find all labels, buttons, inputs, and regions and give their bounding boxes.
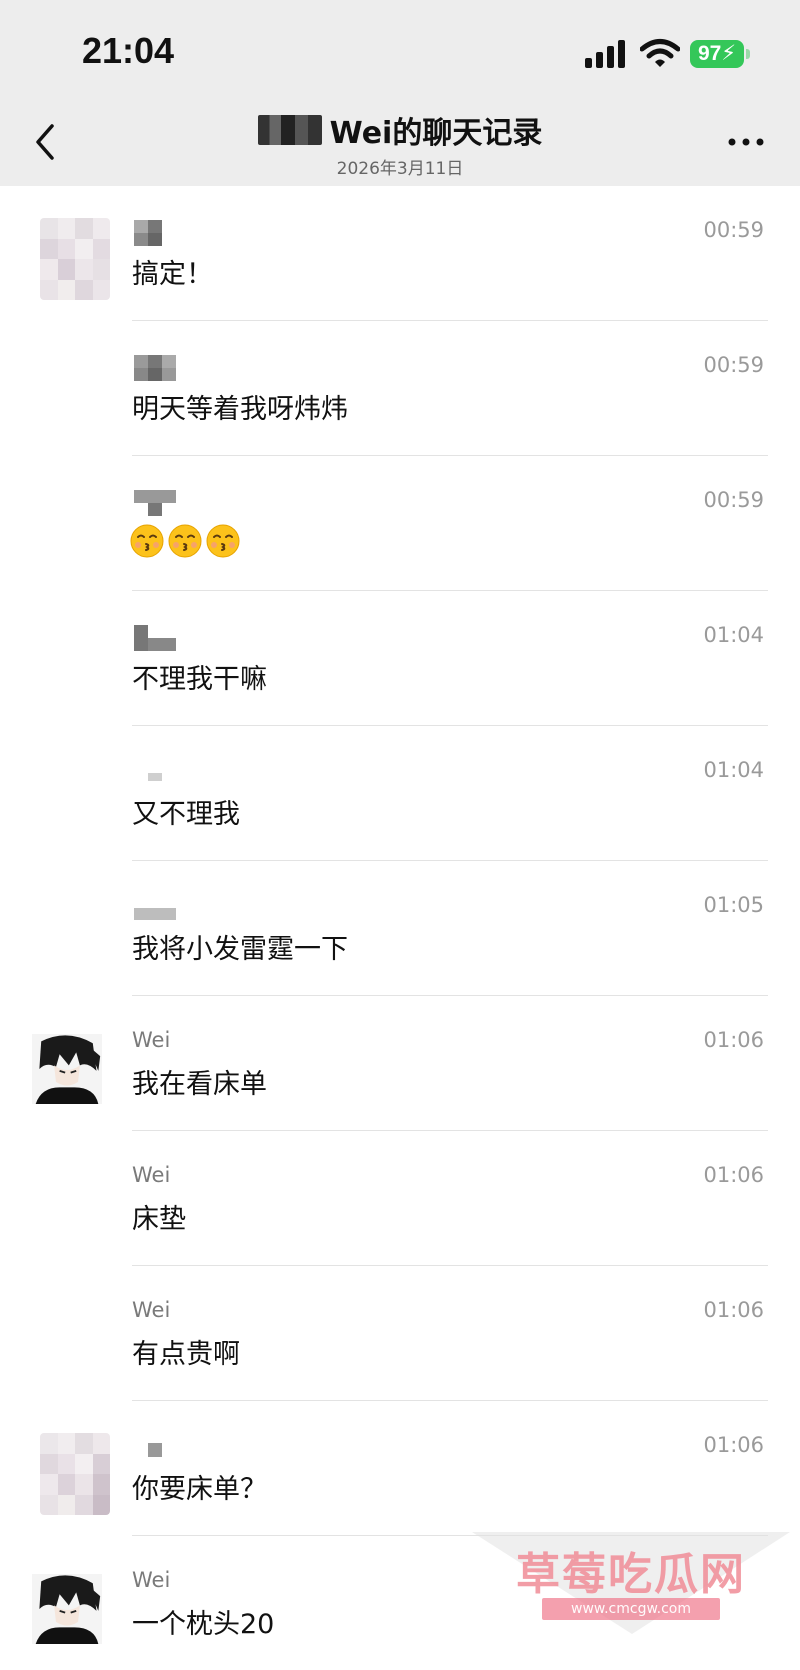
message-sender: Wei (132, 1298, 171, 1322)
message-text: 明天等着我呀炜炜 (132, 394, 348, 425)
message-time: 01:04 (703, 758, 764, 782)
message-time: 00:59 (703, 353, 764, 377)
list-item[interactable]: 00:59 明天等着我呀炜炜 (0, 321, 800, 456)
cellular-signal-icon (585, 40, 625, 68)
avatar-anime (32, 1574, 102, 1644)
wifi-icon (640, 39, 680, 67)
chat-history-screen: 21:04 97⚡ Wei的聊天记录 2026年3月11日 00:59 搞定！ … (0, 0, 800, 1670)
battery-cap (746, 49, 750, 59)
status-bar: 21:04 97⚡ (0, 0, 800, 100)
status-time: 21:04 (82, 30, 175, 71)
message-text: 我在看床单 (132, 1069, 267, 1100)
message-time: 00:59 (703, 218, 764, 242)
watermark-url: www.cmcgw.com (542, 1598, 720, 1620)
kissing-face-icon (168, 524, 202, 558)
redacted-sender-mosaic (134, 490, 176, 516)
redacted-name-mosaic (257, 115, 322, 145)
list-item[interactable]: 01:05 我将小发雷霆一下 (0, 861, 800, 996)
charging-bolt-icon: ⚡ (721, 42, 737, 65)
emoji-row (130, 524, 240, 558)
redacted-sender-mosaic (134, 908, 176, 920)
kissing-face-icon (206, 524, 240, 558)
redacted-sender-mosaic (148, 1443, 162, 1457)
list-item[interactable]: Wei 01:06 床垫 (0, 1131, 800, 1266)
message-time: 00:59 (703, 488, 764, 512)
title-area: Wei的聊天记录 2026年3月11日 (0, 108, 800, 179)
message-time: 01:06 (703, 1163, 764, 1187)
kissing-face-icon (130, 524, 164, 558)
list-item[interactable]: 01:06 你要床单？ (0, 1401, 800, 1536)
message-time: 01:06 (703, 1433, 764, 1457)
message-time: 01:06 (703, 1028, 764, 1052)
message-text: 不理我干嘛 (132, 664, 267, 695)
message-time: 01:05 (703, 893, 764, 917)
message-text: 搞定！ (132, 259, 213, 290)
message-time: 01:06 (703, 1298, 764, 1322)
list-item[interactable]: 00:59 搞定！ (0, 186, 800, 321)
list-item[interactable]: 01:04 又不理我 (0, 726, 800, 861)
list-item[interactable]: Wei 01:06 有点贵啊 (0, 1266, 800, 1401)
message-sender: Wei (132, 1568, 171, 1592)
redacted-sender-mosaic (134, 220, 162, 246)
nav-bar: Wei的聊天记录 2026年3月11日 (0, 100, 800, 186)
watermark: 草莓吃瓜网 www.cmcgw.com (472, 1530, 790, 1642)
message-sender: Wei (132, 1028, 171, 1052)
message-text: 床垫 (132, 1204, 186, 1235)
battery-charging-icon: 97⚡ (690, 40, 744, 68)
list-item[interactable]: 00:59 (0, 456, 800, 591)
message-text: 一个枕头20 (132, 1609, 275, 1640)
avatar-mosaic (40, 1433, 110, 1515)
redacted-sender-mosaic (134, 355, 176, 381)
message-text: 你要床单？ (132, 1474, 267, 1505)
message-list[interactable]: 00:59 搞定！ 00:59 明天等着我呀炜炜 00:59 01:04 不理我… (0, 186, 800, 1670)
message-text: 我将小发雷霆一下 (132, 934, 348, 965)
page-date: 2026年3月11日 (336, 159, 464, 179)
message-time: 01:04 (703, 623, 764, 647)
avatar-mosaic (40, 218, 110, 300)
battery-level: 97 (697, 42, 722, 65)
avatar-anime (32, 1034, 102, 1104)
list-item[interactable]: 01:04 不理我干嘛 (0, 591, 800, 726)
message-text: 又不理我 (132, 799, 240, 830)
page-title: Wei的聊天记录 (329, 116, 543, 151)
more-horizontal-icon[interactable] (726, 130, 766, 154)
list-item[interactable]: Wei 01:06 我在看床单 (0, 996, 800, 1131)
redacted-sender-mosaic (134, 625, 176, 651)
message-text: 有点贵啊 (132, 1339, 240, 1370)
watermark-text: 草莓吃瓜网 (516, 1549, 746, 1600)
message-sender: Wei (132, 1163, 171, 1187)
redacted-sender-mosaic (148, 773, 162, 781)
